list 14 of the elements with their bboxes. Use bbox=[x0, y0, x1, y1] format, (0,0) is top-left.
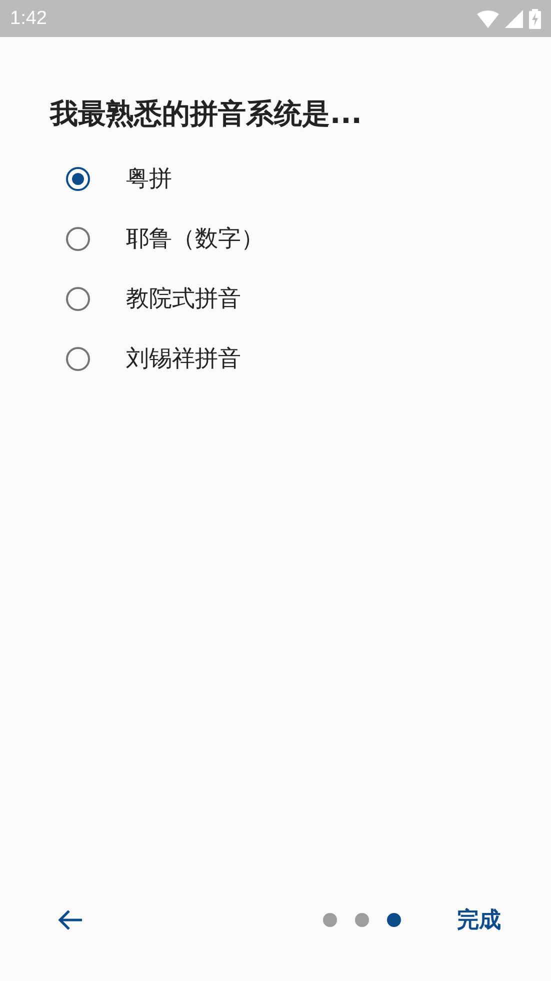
finish-button[interactable]: 完成 bbox=[427, 897, 531, 943]
radio-button[interactable] bbox=[66, 286, 90, 310]
option-label[interactable]: 刘锡祥拼音 bbox=[126, 343, 241, 374]
wifi-icon bbox=[477, 10, 499, 28]
option-label[interactable]: 耶鲁（数字） bbox=[126, 223, 264, 254]
battery-charging-icon bbox=[529, 8, 541, 28]
signal-icon bbox=[505, 10, 523, 28]
radio-button[interactable] bbox=[66, 226, 90, 250]
radio-button[interactable] bbox=[66, 346, 90, 370]
radio-button[interactable] bbox=[66, 166, 90, 190]
option-label[interactable]: 粤拼 bbox=[126, 163, 172, 194]
question-title: 我最熟悉的拼音系统是... bbox=[50, 96, 363, 132]
option-label[interactable]: 教院式拼音 bbox=[126, 283, 241, 314]
status-time: 1:42 bbox=[10, 8, 47, 30]
